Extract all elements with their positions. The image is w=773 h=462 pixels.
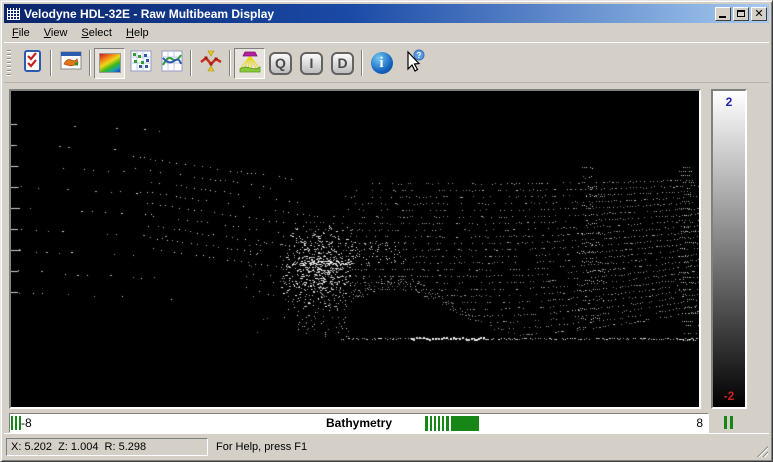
app-icon (7, 8, 20, 20)
menu-file[interactable]: File (5, 25, 37, 41)
map-window-button[interactable] (55, 48, 86, 79)
window-title: Velodyne HDL-32E - Raw Multibeam Display (24, 7, 713, 21)
i-letter-icon: I (300, 52, 323, 75)
lidar-cone-icon (238, 49, 262, 78)
scan-list-button[interactable] (16, 48, 47, 79)
bathymetry-scalebar: -8 Bathymetry 8 (9, 413, 709, 433)
toolbar-separator (361, 50, 363, 76)
svg-text:?: ? (416, 51, 421, 60)
menu-select[interactable]: Select (74, 25, 119, 41)
scatter-display-button[interactable] (125, 48, 156, 79)
toolbar-separator (50, 50, 52, 76)
toolbar-separator (89, 50, 91, 76)
signal-display-button[interactable] (195, 48, 226, 79)
resize-grip[interactable] (755, 444, 768, 457)
titlebar[interactable]: Velodyne HDL-32E - Raw Multibeam Display… (4, 4, 769, 23)
statusbar: X: 5.202 Z: 1.004 R: 5.298 For Help, pre… (4, 433, 769, 458)
maximize-button[interactable] (733, 7, 749, 21)
graph-display-button[interactable] (156, 48, 187, 79)
scalebar-max-value: 8 (696, 416, 703, 430)
multibeam-display-button[interactable] (234, 48, 265, 79)
color-map-display-button[interactable] (94, 48, 125, 79)
colormap-icon (99, 53, 121, 73)
map-add-icon (59, 49, 83, 78)
line-graph-icon (160, 49, 184, 78)
context-help-button[interactable]: ? (397, 48, 428, 79)
menubar: File View Select Help (4, 24, 769, 42)
q-letter-icon: Q (269, 52, 292, 75)
zigzag-signal-icon (199, 49, 223, 78)
menu-help[interactable]: Help (119, 25, 156, 41)
about-button[interactable]: i (366, 48, 397, 79)
minimize-icon (719, 16, 726, 18)
depth-colorbar: 2 -2 (711, 89, 747, 409)
maximize-icon (737, 10, 745, 17)
q-display-button[interactable]: Q (265, 48, 296, 79)
toolbar-separator (190, 50, 192, 76)
pointcloud-canvas[interactable] (11, 91, 699, 407)
help-cursor-icon: ? (400, 48, 426, 79)
d-letter-icon: D (331, 52, 354, 75)
close-button[interactable]: ✕ (751, 7, 767, 21)
colorbar-ticks (724, 416, 733, 429)
colorbar-max-label: 2 (713, 95, 745, 109)
minimize-button[interactable] (715, 7, 731, 21)
d-display-button[interactable]: D (327, 48, 358, 79)
close-icon: ✕ (754, 8, 763, 19)
pointcloud-panel (9, 89, 701, 409)
toolbar-grip[interactable] (7, 50, 11, 76)
toolbar-separator (229, 50, 231, 76)
colorbar-min-label: -2 (713, 389, 745, 403)
menu-view[interactable]: View (37, 25, 75, 41)
scalebar-histogram (425, 416, 479, 431)
scalebar-title: Bathymetry (10, 416, 708, 430)
colorbar-gradient (713, 91, 745, 407)
info-icon: i (371, 52, 393, 74)
scatter-plot-icon (129, 49, 153, 78)
statusbar-help-text: For Help, press F1 (216, 441, 307, 453)
toolbar: Q I D i ? (4, 42, 769, 83)
checklist-icon (20, 49, 44, 78)
app-window: Velodyne HDL-32E - Raw Multibeam Display… (0, 0, 773, 462)
coordinates-readout: X: 5.202 Z: 1.004 R: 5.298 (6, 438, 208, 456)
i-display-button[interactable]: I (296, 48, 327, 79)
